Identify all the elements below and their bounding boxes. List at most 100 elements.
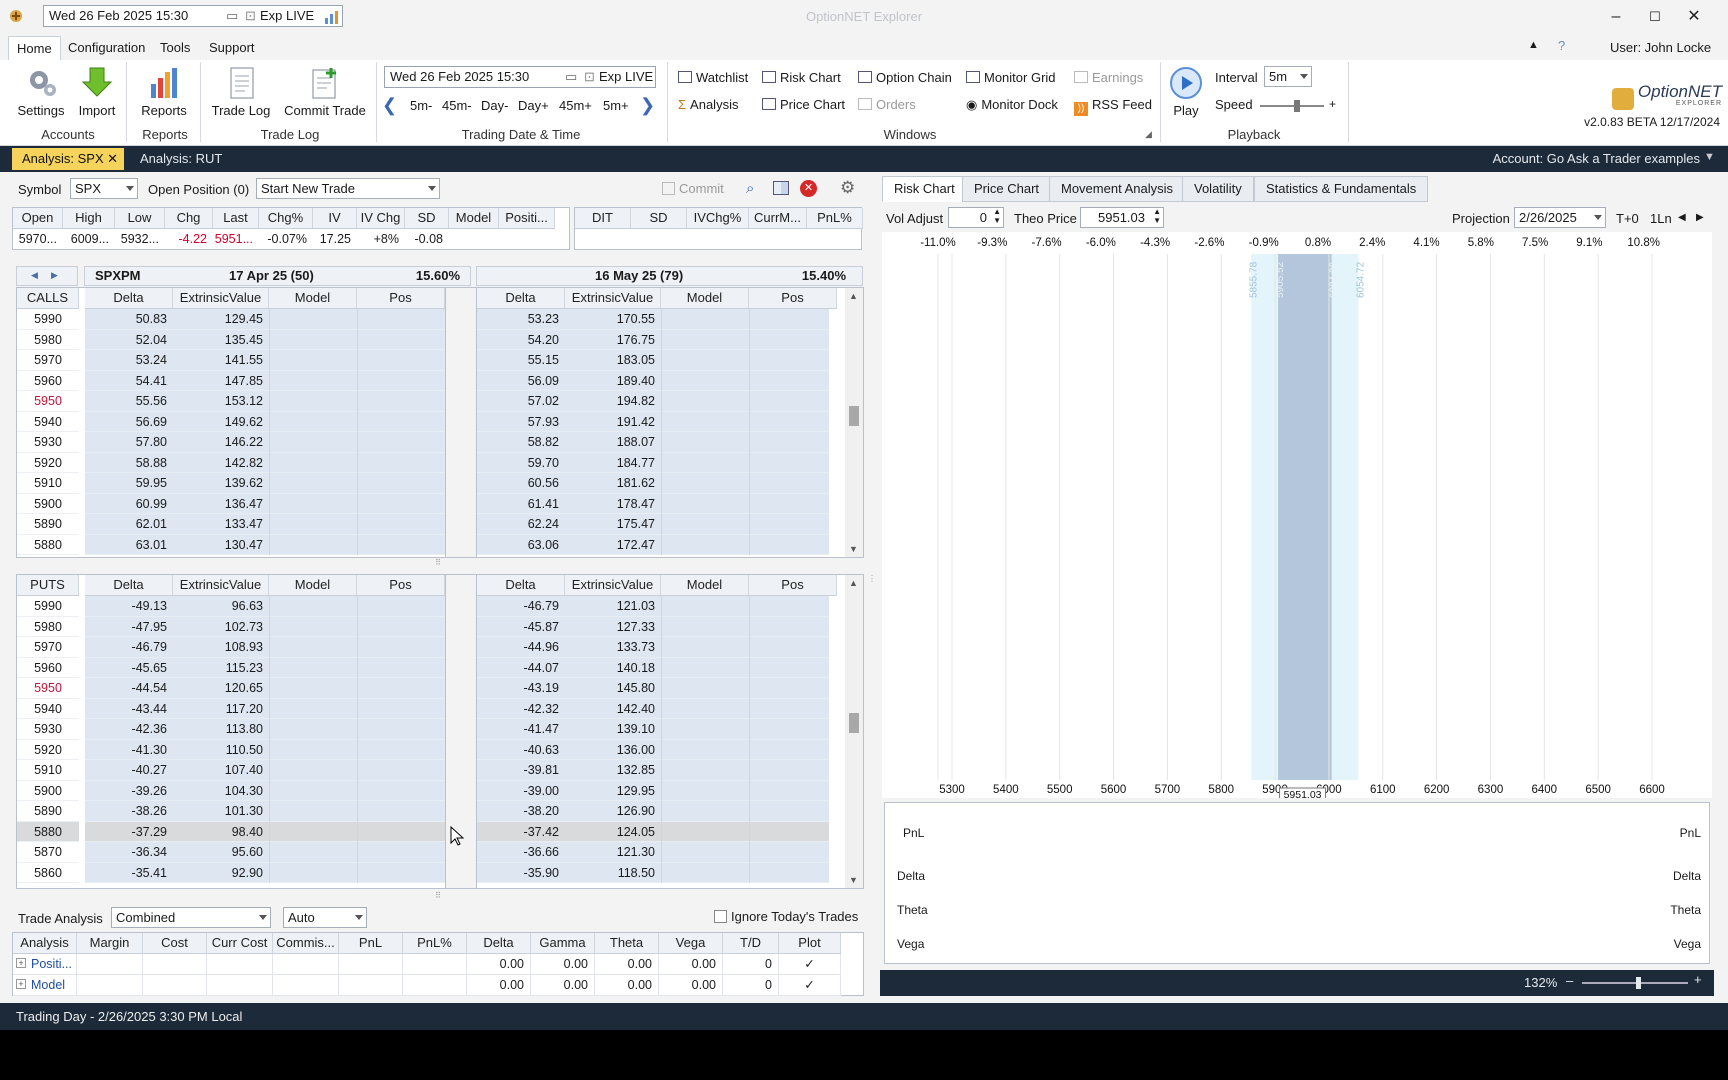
table-row[interactable]: 5900 60.99 136.47 61.41 178.47 bbox=[17, 493, 863, 514]
risk-chart-button[interactable]: Risk Chart bbox=[762, 68, 841, 88]
table-row[interactable]: 5930 57.80 146.22 58.82 188.07 bbox=[17, 432, 863, 453]
analysis-button[interactable]: Σ Analysis bbox=[678, 95, 738, 115]
tab-analysis-spx[interactable]: Analysis: SPX ✕ bbox=[12, 148, 124, 170]
scroll-down-icon[interactable]: ▼ bbox=[849, 875, 858, 885]
rss-feed-button[interactable]: )) RSS Feed bbox=[1074, 95, 1152, 116]
layout-icon[interactable] bbox=[773, 181, 789, 195]
table-row[interactable]: 5880 -37.29 98.40 -37.42 124.05 bbox=[17, 821, 863, 842]
chain-col-header[interactable]: Delta bbox=[477, 575, 565, 596]
table-row[interactable]: 5890 62.01 133.47 62.24 175.47 bbox=[17, 514, 863, 535]
scrollbar[interactable]: ▲ ▼ bbox=[845, 288, 863, 557]
search-icon[interactable]: ⌕ bbox=[746, 180, 754, 197]
chain-col-header[interactable]: Pos bbox=[749, 575, 837, 596]
commit-button[interactable]: Commit bbox=[662, 181, 724, 196]
panel-splitter[interactable]: ⠿ bbox=[428, 892, 448, 900]
quote-header[interactable]: Last bbox=[213, 208, 259, 229]
plot-checkbox[interactable]: ✓ bbox=[779, 954, 841, 975]
ignore-trades-checkbox[interactable] bbox=[714, 910, 727, 923]
play-button[interactable]: Play bbox=[1166, 66, 1206, 118]
table-row[interactable]: 5990 50.83 129.45 53.23 170.55 bbox=[17, 309, 863, 330]
trade-select[interactable]: Start New Trade bbox=[256, 178, 440, 199]
zoom-slider[interactable] bbox=[1582, 977, 1688, 989]
step-45m-back[interactable]: 45m- bbox=[442, 96, 472, 116]
theo-price-input[interactable]: 5951.03 ▲ ▼ bbox=[1080, 207, 1164, 228]
scrollbar[interactable]: ▲ ▼ bbox=[845, 575, 863, 888]
account-dropdown-icon[interactable]: ▼ bbox=[1704, 151, 1715, 163]
step-5m-forward[interactable]: 5m+ bbox=[603, 96, 629, 116]
quote-header[interactable]: SD bbox=[405, 208, 449, 229]
chain-col-header[interactable]: Pos bbox=[749, 288, 837, 309]
trade-analysis-mode-select[interactable]: Combined bbox=[111, 907, 271, 928]
ta-header[interactable]: Analysis bbox=[13, 933, 77, 954]
trading-datetime-box[interactable]: Wed 26 Feb 2025 15:30 ▭ ⊡ Exp LIVE bbox=[384, 66, 656, 88]
menu-home[interactable]: Home bbox=[8, 36, 61, 60]
table-row[interactable]: 5990 -49.13 96.63 -46.79 121.03 bbox=[17, 596, 863, 617]
quote-header[interactable]: Low bbox=[115, 208, 165, 229]
quote-header[interactable]: Open bbox=[13, 208, 63, 229]
minimize-button[interactable]: – bbox=[1605, 6, 1627, 28]
close-window-button[interactable]: ✕ bbox=[1683, 6, 1705, 28]
quote-header[interactable]: Positi... bbox=[499, 208, 555, 229]
table-row[interactable]: 5960 -45.65 115.23 -44.07 140.18 bbox=[17, 657, 863, 678]
quote-header[interactable]: IVChg% bbox=[687, 208, 749, 229]
quote-header[interactable]: Model bbox=[449, 208, 499, 229]
earnings-button[interactable]: Earnings bbox=[1074, 68, 1143, 88]
quote-header[interactable]: High bbox=[63, 208, 115, 229]
ta-header[interactable]: Commis... bbox=[273, 933, 339, 954]
chain-next-icon[interactable]: ▶ bbox=[51, 270, 58, 281]
quote-header[interactable]: IV bbox=[313, 208, 357, 229]
trade-analysis-auto-select[interactable]: Auto bbox=[283, 907, 367, 928]
table-row[interactable]: 5930 -42.36 113.80 -41.47 139.10 bbox=[17, 719, 863, 740]
price-chart-button[interactable]: Price Chart bbox=[762, 95, 845, 115]
projection-date-select[interactable]: 2/26/2025 bbox=[1514, 207, 1606, 228]
menu-tools[interactable]: Tools bbox=[152, 36, 198, 60]
ta-header[interactable]: T/D bbox=[723, 933, 779, 954]
chain-col-header[interactable]: Model bbox=[661, 575, 749, 596]
zoom-out-icon[interactable]: – bbox=[1566, 973, 1573, 988]
table-row[interactable]: 5940 56.69 149.62 57.93 191.42 bbox=[17, 411, 863, 432]
table-row[interactable]: 5910 59.95 139.62 60.56 181.62 bbox=[17, 473, 863, 494]
trade-log-button[interactable]: Trade Log bbox=[208, 66, 274, 118]
zoom-in-icon[interactable]: + bbox=[1694, 972, 1702, 987]
close-icon[interactable]: ✕ bbox=[107, 148, 118, 170]
table-row[interactable]: 5940 -43.44 117.20 -42.32 142.40 bbox=[17, 698, 863, 719]
chain-col-header[interactable]: ExtrinsicValue bbox=[173, 575, 269, 596]
gear-icon[interactable]: ⚙ bbox=[840, 178, 855, 198]
monitor-grid-button[interactable]: Monitor Grid bbox=[966, 68, 1056, 88]
table-row[interactable]: 5900 -39.26 104.30 -39.00 129.95 bbox=[17, 780, 863, 801]
ta-header[interactable]: PnL bbox=[339, 933, 403, 954]
ta-header[interactable]: Delta bbox=[467, 933, 531, 954]
quote-header[interactable]: Chg bbox=[165, 208, 213, 229]
tab-risk-chart[interactable]: Risk Chart bbox=[882, 176, 967, 202]
quote-header[interactable]: Chg% bbox=[259, 208, 313, 229]
spinner-icon[interactable]: ▲ ▼ bbox=[993, 207, 1001, 225]
panel-splitter[interactable]: ⠿ bbox=[428, 559, 448, 567]
interval-select[interactable]: 5m bbox=[1264, 66, 1312, 87]
step-5m-back[interactable]: 5m- bbox=[410, 96, 432, 116]
reports-button[interactable]: Reports bbox=[136, 66, 192, 118]
table-row[interactable]: 5870 -36.34 95.60 -36.66 121.30 bbox=[17, 842, 863, 863]
scroll-thumb[interactable] bbox=[849, 712, 859, 733]
chain-col-header[interactable]: Pos bbox=[357, 288, 445, 309]
ta-header[interactable]: Margin bbox=[77, 933, 143, 954]
monitor-dock-button[interactable]: ◉ Monitor Dock bbox=[966, 95, 1058, 115]
spinner-icon[interactable]: ▲ ▼ bbox=[1153, 207, 1161, 225]
table-row[interactable]: 5910 -40.27 107.40 -39.81 132.85 bbox=[17, 760, 863, 781]
table-row[interactable]: 5920 -41.30 110.50 -40.63 136.00 bbox=[17, 739, 863, 760]
table-row[interactable]: 5980 52.04 135.45 54.20 176.75 bbox=[17, 329, 863, 350]
chain-col-header[interactable]: ExtrinsicValue bbox=[565, 288, 661, 309]
step-day-forward[interactable]: Day+ bbox=[518, 96, 549, 116]
settings-button[interactable]: Settings bbox=[14, 66, 68, 118]
quote-header[interactable]: CurrM... bbox=[749, 208, 807, 229]
tab-movement-analysis[interactable]: Movement Analysis bbox=[1049, 176, 1185, 202]
scroll-thumb[interactable] bbox=[849, 406, 859, 427]
tab-analysis-rut[interactable]: Analysis: RUT bbox=[130, 148, 232, 170]
plus-icon[interactable]: + bbox=[1329, 97, 1336, 111]
chain-col-header[interactable]: Model bbox=[269, 288, 357, 309]
calendar-icon[interactable]: ▭ bbox=[226, 6, 238, 26]
quick-date-box[interactable]: Wed 26 Feb 2025 15:30 ▭ ⊡ Exp LIVE bbox=[43, 5, 343, 27]
scroll-down-icon[interactable]: ▼ bbox=[849, 544, 858, 554]
risk-chart-area[interactable]: 5855.78 5905.52 6004.99 6054.72 -11.0% -9.3% -… bbox=[882, 232, 1712, 798]
bar-chart-icon[interactable] bbox=[324, 9, 342, 28]
quote-header[interactable]: DIT bbox=[575, 208, 631, 229]
